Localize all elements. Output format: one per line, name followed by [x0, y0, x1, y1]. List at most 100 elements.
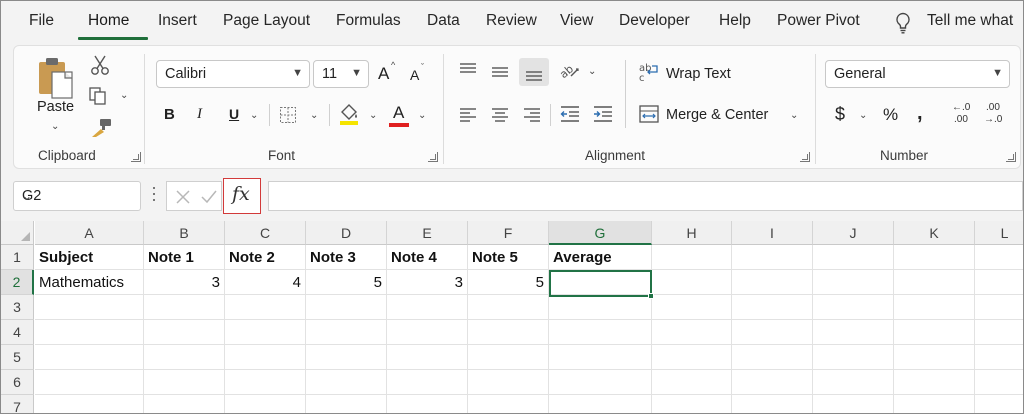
column-header-f[interactable]: F [468, 221, 549, 245]
cell-d6[interactable] [306, 370, 387, 395]
cell-l5[interactable] [975, 345, 1023, 370]
lightbulb-icon[interactable] [894, 12, 912, 34]
cell-l4[interactable] [975, 320, 1023, 345]
align-center-icon[interactable] [490, 106, 510, 124]
cell-h1[interactable] [652, 245, 732, 270]
cell-h7[interactable] [652, 395, 732, 413]
cell-e4[interactable] [387, 320, 468, 345]
cell-d5[interactable] [306, 345, 387, 370]
tab-data[interactable]: Data [427, 12, 460, 30]
cell-e2[interactable]: 3 [387, 270, 468, 295]
number-dialog-launcher[interactable] [1006, 152, 1016, 162]
underline-dropdown-chevron[interactable]: ⌄ [250, 110, 258, 121]
cell-c3[interactable] [225, 295, 306, 320]
tab-formulas[interactable]: Formulas [336, 12, 401, 30]
column-header-a[interactable]: A [35, 221, 144, 245]
cell-k1[interactable] [894, 245, 975, 270]
font-size-select[interactable]: 11 ▼ [313, 60, 369, 88]
cell-d2[interactable]: 5 [306, 270, 387, 295]
select-all-button[interactable] [1, 221, 34, 245]
font-family-select[interactable]: Calibri ▼ [156, 60, 310, 88]
column-header-d[interactable]: D [306, 221, 387, 245]
resize-handle[interactable] [153, 187, 155, 205]
accounting-format-button[interactable]: $ [835, 104, 845, 125]
cell-j1[interactable] [813, 245, 894, 270]
cell-b5[interactable] [144, 345, 225, 370]
cell-a6[interactable] [35, 370, 144, 395]
cell-k2[interactable] [894, 270, 975, 295]
cell-h6[interactable] [652, 370, 732, 395]
cell-f6[interactable] [468, 370, 549, 395]
cell-e1[interactable]: Note 4 [387, 245, 468, 270]
font-dialog-launcher[interactable] [428, 152, 438, 162]
merge-center-button[interactable]: Merge & Center [666, 107, 768, 123]
cell-f5[interactable] [468, 345, 549, 370]
cell-d3[interactable] [306, 295, 387, 320]
name-box[interactable]: G2 ⌄ [13, 181, 141, 211]
comma-style-button[interactable]: , [917, 102, 923, 125]
column-header-e[interactable]: E [387, 221, 468, 245]
cell-e7[interactable] [387, 395, 468, 413]
cell-g4[interactable] [549, 320, 652, 345]
cell-i1[interactable] [732, 245, 813, 270]
cell-h4[interactable] [652, 320, 732, 345]
row-header-7[interactable]: 7 [1, 395, 34, 413]
enter-checkmark-icon[interactable] [200, 189, 218, 205]
cell-g3[interactable] [549, 295, 652, 320]
cell-j5[interactable] [813, 345, 894, 370]
fill-color-icon[interactable] [338, 102, 360, 126]
cell-a7[interactable] [35, 395, 144, 413]
cell-b7[interactable] [144, 395, 225, 413]
column-header-g[interactable]: G [549, 221, 652, 245]
column-header-b[interactable]: B [144, 221, 225, 245]
paste-dropdown-chevron[interactable]: ⌄ [51, 121, 59, 132]
cell-k3[interactable] [894, 295, 975, 320]
cell-i3[interactable] [732, 295, 813, 320]
merge-dropdown-chevron[interactable]: ⌄ [790, 110, 798, 121]
underline-button[interactable]: U [229, 106, 239, 122]
orientation-icon[interactable]: ab [559, 60, 581, 80]
tab-review[interactable]: Review [486, 12, 537, 30]
paste-label[interactable]: Paste [37, 99, 74, 115]
font-color-dropdown-chevron[interactable]: ⌄ [418, 110, 426, 121]
row-header-6[interactable]: 6 [1, 370, 34, 395]
cell-b3[interactable] [144, 295, 225, 320]
cell-k7[interactable] [894, 395, 975, 413]
cell-h5[interactable] [652, 345, 732, 370]
decrease-font-size-button[interactable]: A [410, 67, 419, 83]
cell-h2[interactable] [652, 270, 732, 295]
align-left-icon[interactable] [458, 106, 478, 124]
tab-file[interactable]: File [29, 12, 54, 30]
cell-l6[interactable] [975, 370, 1023, 395]
cell-i6[interactable] [732, 370, 813, 395]
tell-me-search[interactable]: Tell me what [927, 12, 1013, 30]
accounting-dropdown-chevron[interactable]: ⌄ [859, 110, 867, 121]
cell-l7[interactable] [975, 395, 1023, 413]
fill-color-dropdown-chevron[interactable]: ⌄ [369, 110, 377, 121]
column-header-l[interactable]: L [975, 221, 1023, 245]
row-header-3[interactable]: 3 [1, 295, 34, 320]
cell-c7[interactable] [225, 395, 306, 413]
cell-f3[interactable] [468, 295, 549, 320]
cell-k4[interactable] [894, 320, 975, 345]
cancel-icon[interactable] [175, 189, 191, 205]
borders-icon[interactable] [279, 106, 297, 124]
row-header-2[interactable]: 2 [1, 270, 34, 295]
cell-i4[interactable] [732, 320, 813, 345]
percent-style-button[interactable]: % [883, 105, 898, 125]
cell-a3[interactable] [35, 295, 144, 320]
cell-l1[interactable] [975, 245, 1023, 270]
cell-l3[interactable] [975, 295, 1023, 320]
column-header-j[interactable]: J [813, 221, 894, 245]
align-middle-icon[interactable] [490, 64, 510, 80]
cell-f2[interactable]: 5 [468, 270, 549, 295]
cell-d1[interactable]: Note 3 [306, 245, 387, 270]
increase-decimal-button[interactable]: ←.0 .00 [948, 100, 976, 130]
cell-j3[interactable] [813, 295, 894, 320]
cell-i7[interactable] [732, 395, 813, 413]
format-painter-icon[interactable] [90, 118, 112, 138]
tab-power-pivot[interactable]: Power Pivot [777, 12, 860, 30]
cell-k6[interactable] [894, 370, 975, 395]
font-color-button[interactable]: A [393, 103, 404, 123]
decrease-indent-icon[interactable] [559, 104, 581, 124]
